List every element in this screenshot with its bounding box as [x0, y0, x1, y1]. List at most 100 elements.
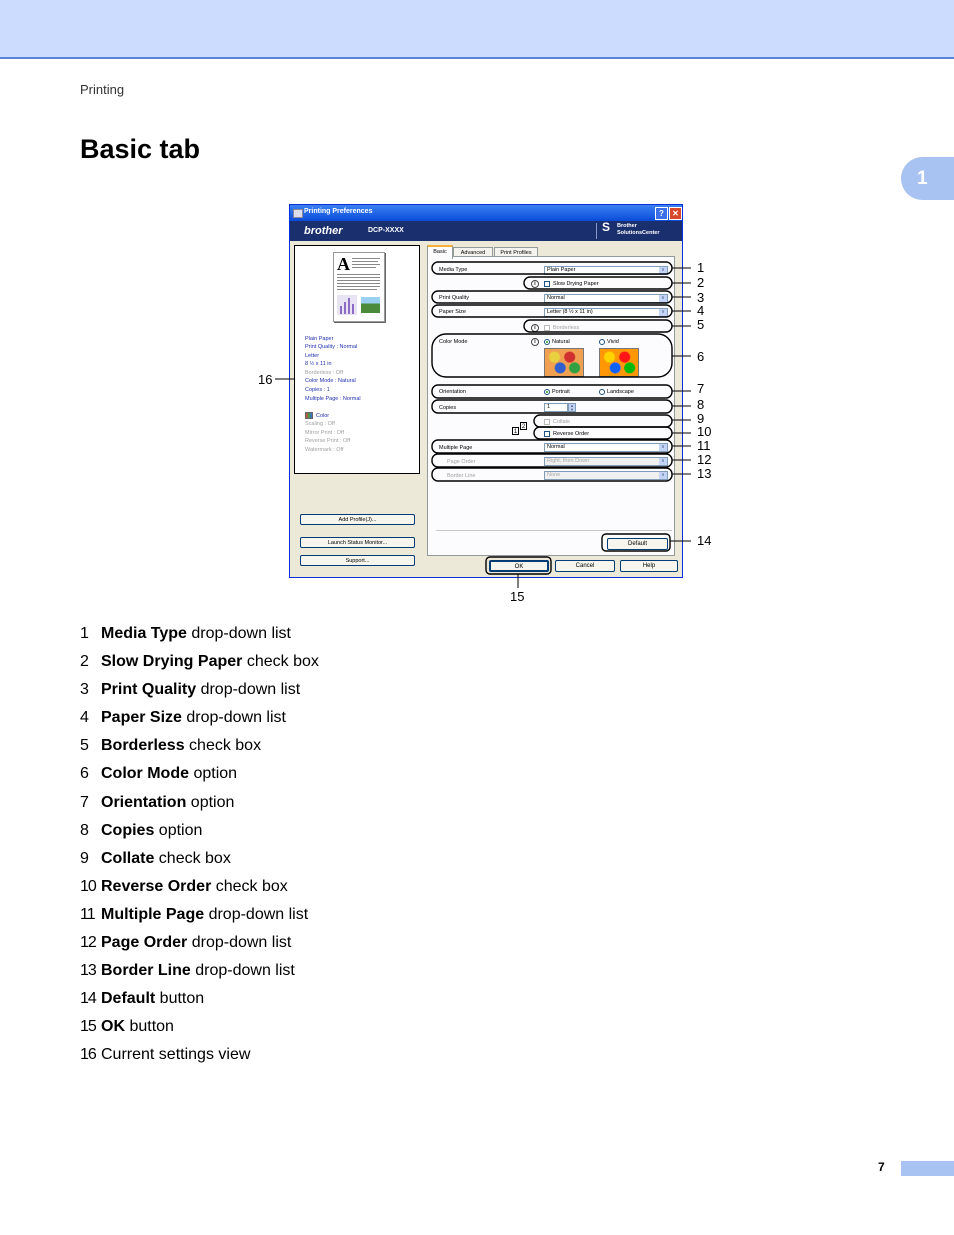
callout-16: 16 — [258, 372, 273, 387]
launch-status-monitor-button[interactable]: Launch Status Monitor... — [300, 537, 415, 548]
legend-item: 5 Borderless check box — [80, 736, 500, 764]
cancel-button[interactable]: Cancel — [555, 560, 615, 572]
legend-item: 16 Current settings view — [80, 1045, 500, 1073]
legend-num: 6 — [80, 765, 89, 783]
help-button[interactable]: Help — [620, 560, 678, 572]
setting-watermark: Watermark : Off — [305, 447, 344, 453]
legend-term: OK — [101, 1018, 125, 1036]
preview-image-icon — [361, 297, 380, 313]
ok-button[interactable]: OK — [489, 560, 549, 572]
legend-desc: check box — [211, 877, 288, 895]
legend-num: 8 — [80, 821, 89, 839]
solutions-center-link[interactable]: S Brother SolutionsCenter — [596, 221, 678, 239]
legend-num: 10 — [80, 877, 97, 895]
legend-term: Paper Size — [101, 709, 182, 727]
legend-num: 13 — [80, 962, 97, 980]
info-icon: i — [531, 324, 539, 332]
legend-desc: check box — [242, 653, 319, 671]
close-icon[interactable]: ✕ — [669, 207, 682, 220]
legend-desc: drop-down list — [190, 962, 295, 980]
legend-item: 12 Page Order drop-down list — [80, 933, 500, 961]
legend-num: 3 — [80, 681, 89, 699]
legend-item: 8 Copies option — [80, 821, 500, 849]
preview-letter-glyph: A — [337, 254, 350, 274]
legend-desc: check box — [184, 737, 262, 755]
legend-desc: drop-down list — [186, 625, 291, 642]
portrait-label: Portrait — [552, 389, 570, 395]
legend-desc: drop-down list — [181, 709, 286, 727]
setting-quality: Print Quality : Normal — [305, 344, 358, 350]
portrait-radio[interactable] — [544, 389, 550, 395]
collate-checkbox[interactable] — [544, 419, 550, 425]
borderless-checkbox[interactable] — [544, 325, 550, 331]
panel-separator — [436, 530, 672, 532]
slow-drying-checkbox[interactable] — [544, 281, 550, 287]
border-line-dropdown[interactable]: None ∨ — [544, 471, 668, 480]
callout-11: 11 — [697, 438, 711, 453]
collate-page-2: 2 — [520, 422, 527, 430]
section-name: Printing — [80, 82, 125, 97]
add-profile-button[interactable]: Add Profile(J)... — [300, 514, 415, 525]
legend-desc: Current settings view — [101, 1046, 251, 1064]
setting-color-mode: Color Mode : Natural — [305, 378, 356, 384]
border-line-label: Border Line — [447, 473, 476, 479]
print-quality-dropdown[interactable]: Normal ∨ — [544, 294, 668, 303]
tab-basic[interactable]: Basic — [427, 245, 453, 259]
media-type-dropdown[interactable]: Plain Paper ∨ — [544, 266, 668, 275]
page-order-label: Page Order — [447, 459, 476, 465]
reverse-order-checkbox[interactable] — [544, 431, 550, 437]
legend-item: 14 Default button — [80, 989, 500, 1017]
multiple-page-label: Multiple Page — [439, 445, 473, 451]
page-preview-thumbnail: A — [333, 252, 385, 322]
setting-copies: Copies : 1 — [305, 387, 330, 393]
setting-reverse-print: Reverse Print : Off — [305, 438, 351, 444]
callout-5: 5 — [697, 317, 705, 332]
solutions-line2: SolutionsCenter — [617, 230, 660, 236]
legend-num: 4 — [80, 709, 89, 727]
legend-num: 5 — [80, 737, 89, 755]
dialog-title-bar: Printing Preferences ? ✕ — [290, 205, 682, 221]
print-quality-value: Normal — [547, 295, 565, 301]
help-icon[interactable]: ? — [655, 207, 668, 220]
copies-label: Copies — [439, 405, 457, 411]
model-name: DCP-XXXX — [368, 227, 404, 234]
legend-num: 9 — [80, 849, 89, 867]
setting-media: Plain Paper — [305, 336, 334, 342]
callout-1: 1 — [697, 260, 705, 275]
legend-item: 2 Slow Drying Paper check box — [80, 652, 500, 680]
vivid-radio[interactable] — [599, 339, 605, 345]
copies-input[interactable]: 1 — [544, 403, 568, 412]
page-order-dropdown[interactable]: Right, then Down ∨ — [544, 457, 668, 466]
paper-size-label: Paper Size — [439, 309, 466, 315]
legend-desc: option — [154, 821, 203, 839]
legend-term: Multiple Page — [101, 905, 205, 923]
callout-8: 8 — [697, 397, 705, 412]
support-button[interactable]: Support... — [300, 555, 415, 566]
legend-desc: check box — [154, 849, 231, 867]
setting-size: Letter — [305, 353, 320, 359]
legend-term: Border Line — [101, 962, 191, 980]
slow-drying-label: Slow Drying Paper — [553, 281, 599, 287]
default-button[interactable]: Default — [607, 538, 668, 550]
callout-13: 13 — [697, 466, 712, 481]
callout-legend: 1 Media Type drop-down list 2 Slow Drying … — [80, 624, 500, 1074]
media-type-value: Plain Paper — [547, 267, 576, 273]
landscape-radio[interactable] — [599, 389, 605, 395]
page-number: 7 — [878, 1160, 885, 1174]
copies-spinner[interactable]: ▲ ▼ — [568, 403, 576, 412]
chevron-down-icon: ∨ — [659, 267, 667, 274]
chevron-down-icon: ∨ — [659, 472, 667, 479]
legend-desc: button — [155, 990, 205, 1008]
multiple-page-value: Normal — [547, 444, 565, 450]
paper-size-value: Letter (8 ½ x 11 in) — [547, 309, 593, 315]
brand-logo: brother — [304, 225, 343, 237]
chapter-tab: 1 — [901, 157, 954, 200]
solutions-line1: Brother — [617, 223, 637, 229]
page-order-value: Right, then Down — [547, 458, 590, 464]
page-number-bar — [901, 1161, 954, 1176]
paper-size-dropdown[interactable]: Letter (8 ½ x 11 in) ∨ — [544, 308, 668, 317]
media-type-label: Media Type — [439, 267, 468, 273]
natural-radio[interactable] — [544, 339, 550, 345]
callout-12: 12 — [697, 452, 712, 467]
multiple-page-dropdown[interactable]: Normal ∨ — [544, 443, 668, 452]
